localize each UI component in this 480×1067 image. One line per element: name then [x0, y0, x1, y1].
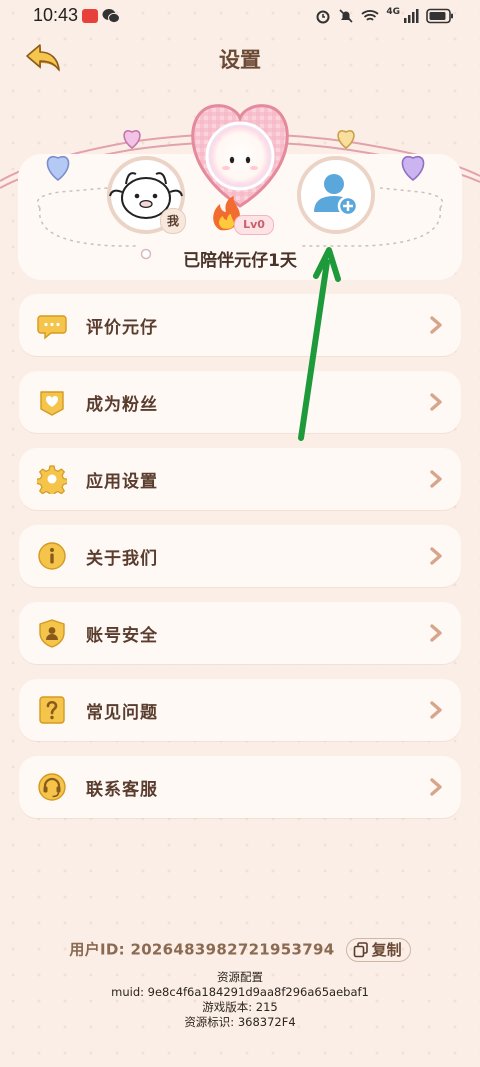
copy-icon — [353, 942, 368, 958]
user-id-row: 用户ID: 2026483982721953794 复制 — [0, 938, 480, 964]
resource-config-label: 资源配置 — [217, 970, 263, 984]
annotation-arrow — [298, 247, 341, 441]
copy-button[interactable]: 复制 — [345, 938, 411, 962]
muid-text: muid: 9e8c4f6a184291d9aa8f296a65aebaf1 — [111, 985, 369, 999]
game-version-text: 游戏版本: 215 — [202, 1000, 278, 1014]
resource-id-text: 资源标识: 368372F4 — [184, 1015, 296, 1029]
copy-label: 复制 — [371, 941, 402, 959]
user-id: 用户ID: 2026483982721953794 — [69, 940, 335, 959]
